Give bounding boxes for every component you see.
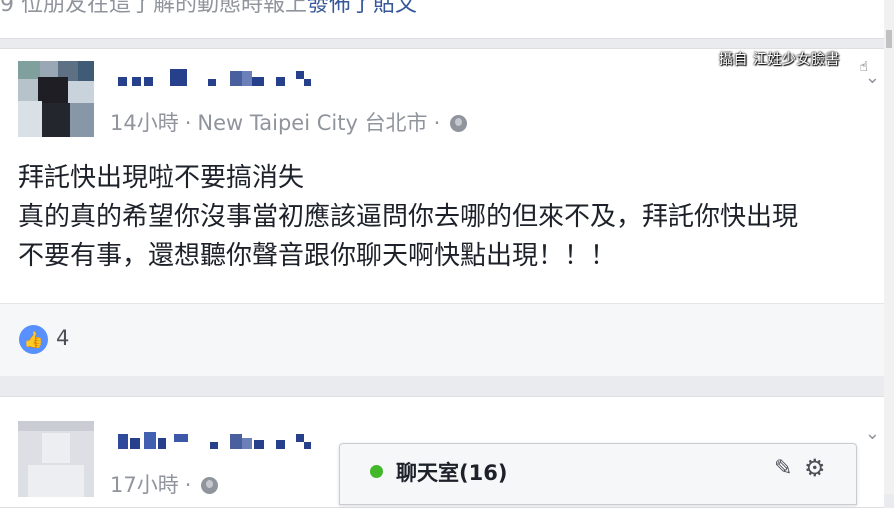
- post-meta: 14小時 · New Taipei City 台北市 ·: [110, 107, 468, 137]
- chevron-down-icon[interactable]: ⌄: [865, 67, 880, 88]
- previous-post-footer: 9 位朋友在這了解的動態時報上發佈了貼文: [0, 0, 894, 39]
- edit-icon[interactable]: ✎: [774, 456, 792, 481]
- like-count[interactable]: 4: [56, 326, 69, 350]
- post-timestamp[interactable]: 17小時: [110, 473, 179, 497]
- online-status-icon: [370, 465, 383, 478]
- post-location[interactable]: New Taipei City: [197, 111, 357, 135]
- avatar[interactable]: [18, 421, 94, 497]
- post-body-line: 拜託快出現啦不要搞消失: [18, 163, 305, 193]
- scrollbar[interactable]: [884, 0, 894, 494]
- chat-sidebar-tab[interactable]: 聊天室(16) ✎ ⚙: [339, 443, 857, 505]
- post-location-zh[interactable]: 台北市: [365, 111, 428, 135]
- globe-icon[interactable]: [450, 115, 468, 132]
- gear-icon[interactable]: ⚙: [804, 454, 826, 482]
- post-timestamp[interactable]: 14小時: [110, 111, 179, 135]
- like-icon[interactable]: 👍: [19, 325, 48, 354]
- post-body: 拜託快出現啦不要搞消失 真的真的希望你沒事當初應該逼問你去哪的但來不及，拜託你快…: [18, 159, 864, 276]
- previous-post-text: 9 位朋友在這了解的動態時報上發佈了貼文: [0, 0, 417, 18]
- scrollbar-thumb[interactable]: [886, 30, 892, 48]
- post-card: 14小時 · New Taipei City 台北市 · 攝自 江姓少女臉書 ☝ ⌄ …: [0, 48, 884, 376]
- avatar[interactable]: [18, 61, 94, 137]
- previous-post-link[interactable]: 發佈了貼文: [307, 0, 417, 17]
- image-watermark: 攝自 江姓少女臉書: [719, 52, 840, 68]
- chat-title[interactable]: 聊天室(16): [396, 457, 507, 487]
- reactions-bar: 👍 4: [0, 303, 884, 376]
- chevron-down-icon[interactable]: ⌄: [865, 423, 880, 444]
- post-meta: 17小時 ·: [110, 469, 219, 499]
- globe-icon[interactable]: [201, 477, 219, 494]
- post-body-line: 不要有事，還想聽你聲音跟你聊天啊快點出現！！！: [18, 241, 617, 271]
- post-body-line: 真的真的希望你沒事當初應該逼問你去哪的但來不及，拜託你快出現: [18, 202, 799, 232]
